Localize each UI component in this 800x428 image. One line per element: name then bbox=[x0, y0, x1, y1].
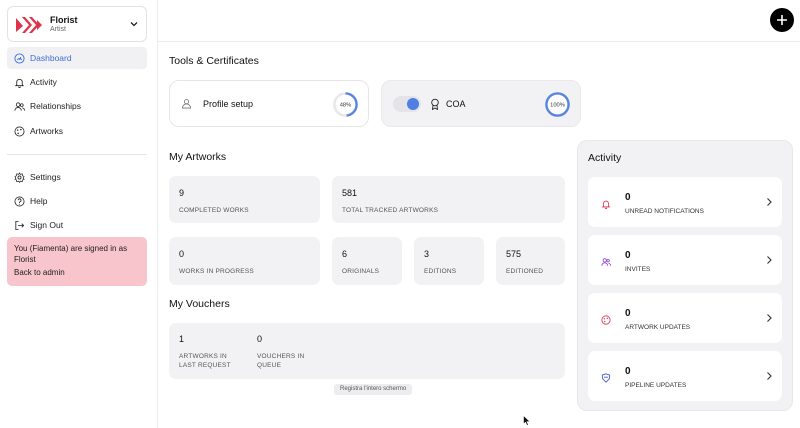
sign-out-icon bbox=[15, 220, 25, 230]
sidebar-item-label: Artworks bbox=[30, 126, 64, 136]
sidebar-divider bbox=[7, 154, 147, 155]
sidebar-item-artworks[interactable]: Artworks bbox=[7, 120, 147, 142]
sidebar-item-relationships[interactable]: Relationships bbox=[7, 95, 147, 117]
works-in-progress-value: 0 bbox=[179, 249, 185, 259]
activity-value: 0 bbox=[625, 366, 631, 377]
chevron-right-icon bbox=[767, 256, 772, 264]
sidebar-item-label: Dashboard bbox=[30, 53, 72, 63]
vouchers-last-request-value: 1 bbox=[179, 334, 185, 344]
impersonation-text: You (Fiamenta) are signed in as Florist bbox=[14, 244, 128, 264]
sidebar-item-label: Relationships bbox=[30, 101, 82, 111]
originals-label: Originals bbox=[342, 268, 380, 275]
completed-works-card[interactable]: 9 Completed works bbox=[169, 176, 320, 223]
coa-card[interactable]: COA 100% bbox=[381, 80, 581, 127]
sidebar-item-label: Settings bbox=[30, 172, 61, 182]
mouse-cursor-icon bbox=[523, 415, 531, 426]
activity-item-pipeline-updates[interactable]: 0 Pipeline updates bbox=[588, 351, 782, 401]
artworks-section-title: My Artworks bbox=[169, 151, 227, 163]
profile-role: Artist bbox=[50, 26, 66, 33]
activity-label: Unread notifications bbox=[625, 208, 704, 215]
tracked-artworks-value: 581 bbox=[342, 188, 358, 198]
activity-label: Artwork updates bbox=[625, 324, 691, 331]
users-icon bbox=[14, 101, 25, 111]
activity-panel: Activity 0 Unread notifications 0 Invite… bbox=[577, 140, 793, 411]
chevron-right-icon bbox=[767, 198, 772, 206]
impersonation-notice: You (Fiamenta) are signed in as Florist … bbox=[7, 237, 147, 286]
editions-card[interactable]: 3 Editions bbox=[414, 237, 484, 285]
activity-item-artwork-updates[interactable]: 0 Artwork updates bbox=[588, 293, 782, 343]
activity-label: Invites bbox=[625, 266, 651, 273]
editions-value: 3 bbox=[424, 249, 430, 259]
vouchers-queue-label: Vouchers in queue bbox=[257, 353, 305, 369]
sidebar-item-help[interactable]: Help bbox=[7, 190, 147, 212]
profile-setup-label: Profile setup bbox=[203, 99, 254, 109]
help-icon bbox=[14, 196, 25, 206]
editioned-value: 575 bbox=[506, 249, 522, 259]
top-bar bbox=[158, 0, 800, 42]
profile-setup-percent: 48% bbox=[340, 103, 352, 109]
users-icon bbox=[601, 258, 611, 266]
gear-icon bbox=[14, 171, 25, 183]
vouchers-queue-value: 0 bbox=[257, 334, 263, 344]
shield-icon bbox=[601, 373, 611, 383]
activity-item-unread-notifications[interactable]: 0 Unread notifications bbox=[588, 177, 782, 227]
user-icon bbox=[181, 99, 192, 109]
sidebar: Florist Artist Dashboard Activity Relati… bbox=[0, 0, 158, 428]
activity-value: 0 bbox=[625, 250, 631, 261]
sidebar-item-label: Help bbox=[30, 196, 48, 206]
originals-card[interactable]: 6 Originals bbox=[332, 237, 402, 285]
palette-icon bbox=[14, 126, 25, 136]
editioned-label: Editioned bbox=[506, 268, 544, 275]
back-to-admin-link[interactable]: Back to admin bbox=[14, 267, 140, 278]
tracked-artworks-card[interactable]: 581 Total tracked artworks bbox=[332, 176, 565, 223]
activity-value: 0 bbox=[625, 192, 631, 203]
coa-label: COA bbox=[446, 99, 466, 109]
palette-icon bbox=[601, 315, 611, 325]
editioned-card[interactable]: 575 Editioned bbox=[496, 237, 565, 285]
coa-percent: 100% bbox=[550, 103, 565, 109]
award-icon bbox=[431, 98, 439, 110]
vouchers-last-request-label: Artworks in last request bbox=[179, 353, 231, 369]
profile-setup-card[interactable]: Profile setup 48% bbox=[169, 80, 369, 127]
dashboard-icon bbox=[14, 52, 25, 64]
chevron-right-icon bbox=[767, 372, 772, 380]
bell-icon bbox=[14, 78, 25, 88]
editions-label: Editions bbox=[424, 268, 457, 275]
vouchers-section-title: My Vouchers bbox=[169, 298, 230, 310]
add-button[interactable] bbox=[770, 8, 794, 32]
completed-works-value: 9 bbox=[179, 188, 185, 198]
sidebar-item-activity[interactable]: Activity bbox=[7, 71, 147, 93]
sidebar-item-label: Sign Out bbox=[30, 220, 64, 230]
activity-label: Pipeline updates bbox=[625, 382, 687, 389]
works-in-progress-card[interactable]: 0 Works in progress bbox=[169, 237, 320, 285]
sidebar-item-sign-out[interactable]: Sign Out bbox=[7, 214, 147, 236]
bell-icon bbox=[601, 200, 611, 209]
coa-progress-ring: 100% bbox=[545, 92, 570, 117]
tools-section-title: Tools & Certificates bbox=[169, 55, 259, 67]
brand-logo bbox=[15, 14, 43, 36]
works-in-progress-label: Works in progress bbox=[179, 268, 254, 275]
activity-title: Activity bbox=[588, 152, 622, 164]
sidebar-item-settings[interactable]: Settings bbox=[7, 166, 147, 188]
chevron-down-icon bbox=[130, 22, 138, 27]
sidebar-item-dashboard[interactable]: Dashboard bbox=[7, 47, 147, 69]
chevron-right-icon bbox=[767, 314, 772, 322]
tracked-artworks-label: Total tracked artworks bbox=[342, 207, 439, 214]
screen-share-chip[interactable]: Registra l'intero schermo bbox=[334, 384, 413, 395]
vouchers-card: 1 Artworks in last request 0 Vouchers in q… bbox=[169, 323, 565, 379]
activity-value: 0 bbox=[625, 308, 631, 319]
profile-setup-progress-ring: 48% bbox=[333, 92, 358, 117]
profile-name: Florist bbox=[50, 15, 78, 25]
profile-switcher[interactable]: Florist Artist bbox=[7, 6, 147, 42]
completed-works-label: Completed works bbox=[179, 207, 249, 214]
plus-icon bbox=[777, 15, 787, 25]
coa-toggle[interactable] bbox=[393, 96, 421, 112]
sidebar-item-label: Activity bbox=[30, 77, 57, 87]
activity-item-invites[interactable]: 0 Invites bbox=[588, 235, 782, 285]
originals-value: 6 bbox=[342, 249, 348, 259]
